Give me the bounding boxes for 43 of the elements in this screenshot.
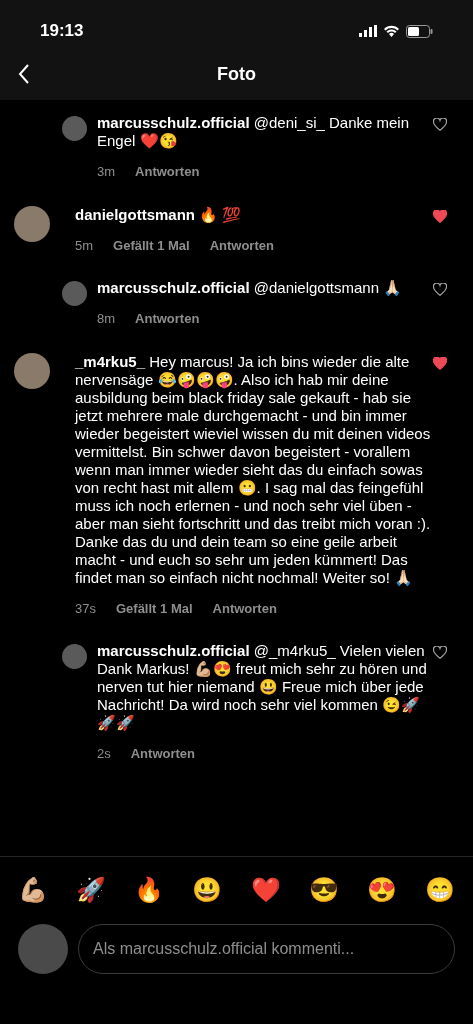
back-chevron-icon: [18, 64, 30, 84]
reply-button[interactable]: Antworten: [209, 235, 274, 255]
emoji-button[interactable]: 😎: [308, 877, 339, 902]
heart-outline-icon[interactable]: [433, 118, 447, 131]
clock-time: 19:13: [40, 20, 84, 43]
emoji-button[interactable]: 🔥: [134, 877, 165, 902]
emoji-button[interactable]: 🚀: [76, 877, 107, 902]
heart-outline-icon[interactable]: [433, 646, 447, 659]
user-avatar: [18, 924, 68, 974]
comment-text: marcusschulz.official @deni_si_ Danke mein Engel ❤😘: [97, 114, 411, 150]
battery-icon: [406, 24, 433, 38]
heart-outline-icon[interactable]: [433, 283, 447, 296]
emoji-button[interactable]: 😁: [425, 877, 455, 902]
avatar[interactable]: [62, 281, 87, 306]
avatar[interactable]: [14, 352, 50, 389]
reply-button[interactable]: Antworten: [135, 162, 200, 182]
emoji-button[interactable]: ❤: [250, 877, 281, 902]
avatar[interactable]: [62, 116, 87, 141]
comment-text: _m4rku5_ Hey marcus! Ja ich bins wieder die alte nervensäge 😂🤪🤪🤪. Also ich hab mir deine ausbildung beim black friday sale gekauft - hab sie jetzt mehrere male durchgemacht - und bin immer wieder begeistert wieviel wissen du mit deinen videos vermittelst. Bin schwer davon begeistert - vorallem wenn man immer wieder sieht das du einfach sowas von recht hast mit allem 😬. I sag mal das feingefühl muss ich noch erlernen - und noch sehr viel üben - aber man sieht fortschritt und das treibt mich voran :). Danke das du und dein team so eine geile arbeit macht - und euch so sehr um jeden kümmert! Das findet man so einfach nicht nochmal! Weiter so! 🙏🏻: [75, 352, 432, 587]
comment-input-field[interactable]: Als marcusschulz.official kommenti...: [78, 924, 455, 974]
filled-heart-icon[interactable]: [433, 209, 447, 223]
like-count[interactable]: Gefällt 1 Mal: [115, 598, 193, 618]
emoji-button[interactable]: 😃: [192, 877, 223, 902]
avatar[interactable]: [14, 205, 50, 242]
comment-text: danielgottsmann 🔥 💯: [75, 205, 243, 224]
comment-time: 8m: [97, 310, 116, 328]
comment-time: 3m: [97, 163, 116, 181]
comment-text: marcusschulz.official @danielgottsmann 🙏🏻: [97, 279, 404, 297]
reply-button[interactable]: Antworten: [212, 598, 277, 618]
wifi-icon: [383, 25, 400, 37]
like-count[interactable]: Gefällt 1 Mal: [113, 235, 190, 255]
comment-text: marcusschulz.official @_m4rku5_ Vielen vielen Dank Markus! 💪🏼😍 freut mich sehr zu hören und nerven tut hier niemand 😃 Freue mich über jede Nachricht! Da wird noch sehr viel kommen 😉🚀🚀🚀: [97, 642, 428, 732]
avatar[interactable]: [62, 644, 87, 669]
emoji-button[interactable]: 😍: [366, 877, 397, 902]
emoji-button[interactable]: 💪🏼: [18, 877, 48, 902]
filled-heart-icon[interactable]: [433, 356, 447, 370]
signal-icon: [359, 25, 377, 37]
comment-time: 2s: [97, 745, 111, 763]
page-title: Foto: [216, 62, 257, 86]
comment-time: 5m: [75, 236, 94, 255]
comment-time: 37s: [75, 599, 96, 618]
reply-button[interactable]: Antworten: [135, 309, 200, 329]
reply-button[interactable]: Antworten: [130, 744, 195, 764]
